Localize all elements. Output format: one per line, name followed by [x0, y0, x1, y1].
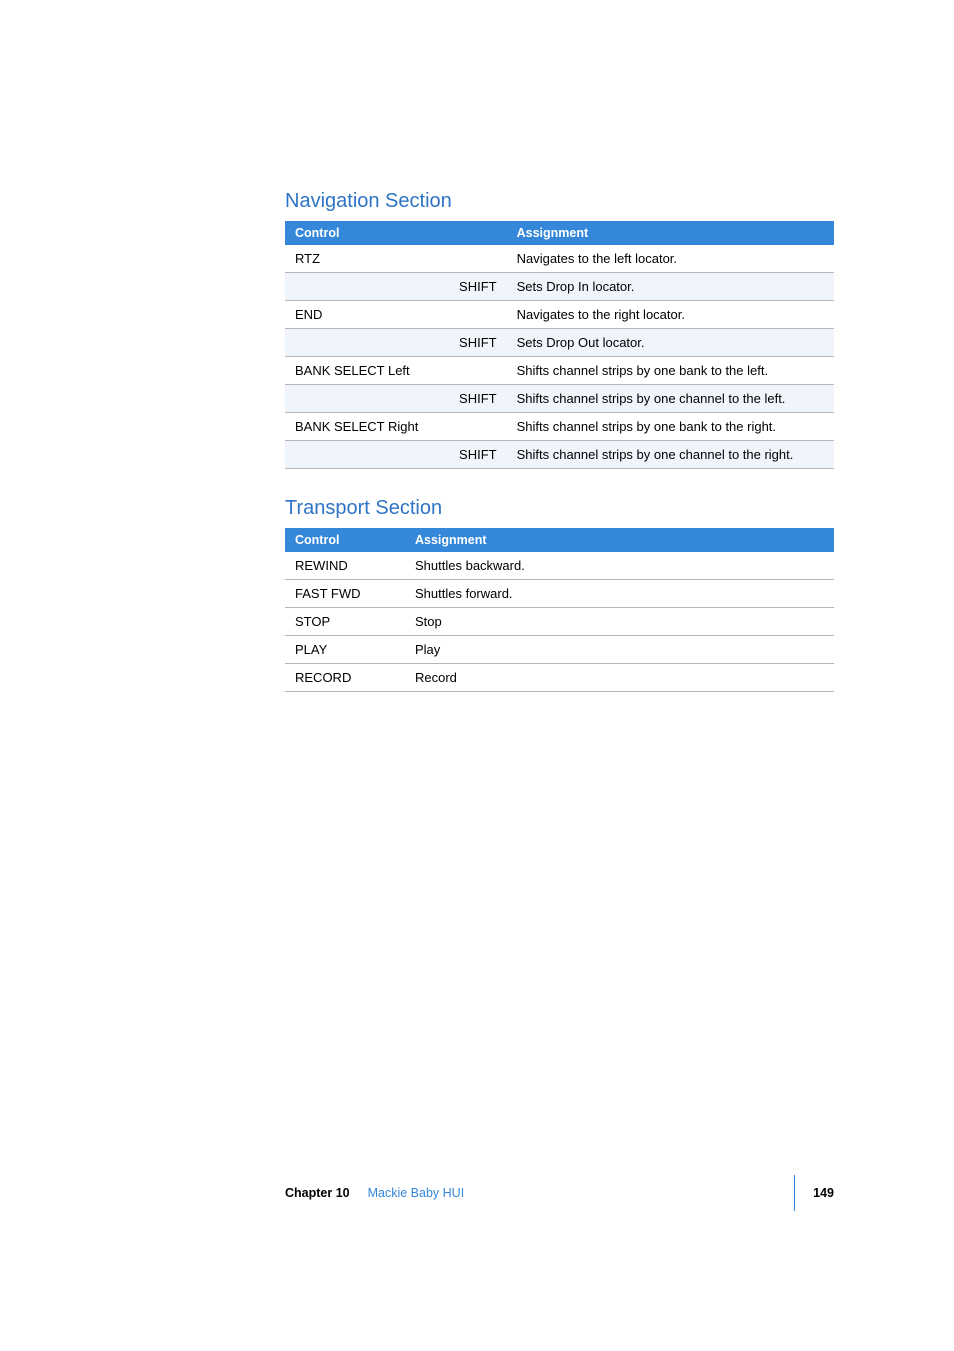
table-row: RTZ Navigates to the left locator. [285, 245, 834, 273]
control-cell: RTZ [285, 245, 443, 273]
table-row: END Navigates to the right locator. [285, 301, 834, 329]
control-cell [285, 329, 443, 357]
control-cell: STOP [285, 608, 405, 636]
assignment-cell: Shifts channel strips by one channel to … [507, 441, 834, 469]
modifier-cell: SHIFT [443, 273, 507, 301]
modifier-cell [443, 301, 507, 329]
navigation-section-heading: Navigation Section [285, 190, 834, 213]
control-cell: RECORD [285, 664, 405, 692]
modifier-cell: SHIFT [443, 329, 507, 357]
control-cell [285, 273, 443, 301]
assignment-cell: Shuttles forward. [405, 580, 834, 608]
table-row: PLAY Play [285, 636, 834, 664]
modifier-cell [443, 357, 507, 385]
assignment-cell: Shifts channel strips by one channel to … [507, 385, 834, 413]
table-row: BANK SELECT Right Shifts channel strips … [285, 413, 834, 441]
modifier-cell [443, 413, 507, 441]
assignment-cell: Stop [405, 608, 834, 636]
table-row: SHIFT Shifts channel strips by one chann… [285, 385, 834, 413]
assignment-cell: Shifts channel strips by one bank to the… [507, 357, 834, 385]
table-row: STOP Stop [285, 608, 834, 636]
assignment-cell: Shifts channel strips by one bank to the… [507, 413, 834, 441]
footer-chapter-title: Mackie Baby HUI [368, 1186, 465, 1200]
footer-page-number: 149 [813, 1186, 834, 1200]
control-cell: BANK SELECT Right [285, 413, 443, 441]
modifier-cell: SHIFT [443, 385, 507, 413]
control-cell: REWIND [285, 552, 405, 580]
modifier-cell: SHIFT [443, 441, 507, 469]
modifier-cell [443, 245, 507, 273]
control-cell: BANK SELECT Left [285, 357, 443, 385]
assignment-cell: Navigates to the right locator. [507, 301, 834, 329]
footer-chapter: Chapter 10 [285, 1186, 350, 1200]
navigation-table: Control Assignment RTZ Navigates to the … [285, 221, 834, 469]
assignment-cell: Shuttles backward. [405, 552, 834, 580]
page-footer: Chapter 10 Mackie Baby HUI 149 [285, 1175, 834, 1211]
assignment-cell: Play [405, 636, 834, 664]
transport-table: Control Assignment REWIND Shuttles backw… [285, 528, 834, 692]
footer-divider [794, 1175, 795, 1211]
control-cell [285, 441, 443, 469]
table-row: SHIFT Sets Drop In locator. [285, 273, 834, 301]
table-row: RECORD Record [285, 664, 834, 692]
control-cell: PLAY [285, 636, 405, 664]
table-row: SHIFT Sets Drop Out locator. [285, 329, 834, 357]
transport-header-control: Control [285, 528, 405, 552]
assignment-cell: Navigates to the left locator. [507, 245, 834, 273]
table-row: REWIND Shuttles backward. [285, 552, 834, 580]
transport-header-assignment: Assignment [405, 528, 834, 552]
nav-header-control: Control [285, 221, 507, 245]
nav-header-assignment: Assignment [507, 221, 834, 245]
assignment-cell: Record [405, 664, 834, 692]
control-cell: FAST FWD [285, 580, 405, 608]
table-row: BANK SELECT Left Shifts channel strips b… [285, 357, 834, 385]
assignment-cell: Sets Drop Out locator. [507, 329, 834, 357]
assignment-cell: Sets Drop In locator. [507, 273, 834, 301]
table-row: SHIFT Shifts channel strips by one chann… [285, 441, 834, 469]
control-cell [285, 385, 443, 413]
transport-section-heading: Transport Section [285, 497, 834, 520]
table-row: FAST FWD Shuttles forward. [285, 580, 834, 608]
control-cell: END [285, 301, 443, 329]
